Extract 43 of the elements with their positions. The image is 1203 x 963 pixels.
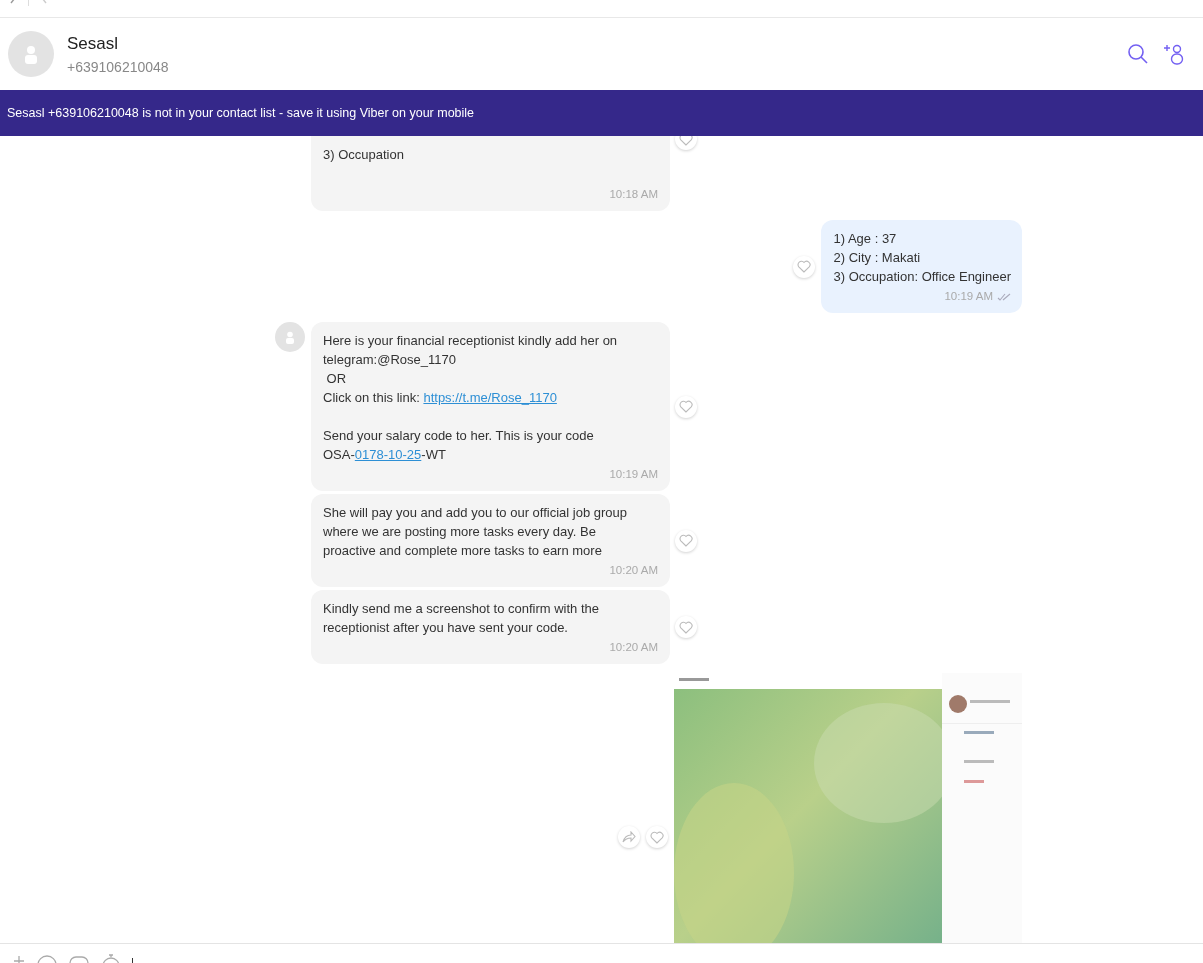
- message-link[interactable]: https://t.me/Rose_1170: [423, 390, 557, 405]
- message-text: telegram:@Rose_1170: [323, 352, 456, 367]
- message-text: Click on this link:: [323, 390, 421, 405]
- message-time: 10:19 AM: [944, 289, 993, 304]
- contact-phone: +639106210048: [67, 58, 170, 75]
- heart-icon: [679, 136, 693, 146]
- message-text: 3) Occupation: Office Engineer: [833, 269, 1011, 284]
- message-text: OR: [325, 371, 347, 386]
- like-button[interactable]: [646, 826, 668, 848]
- read-ticks-icon: [997, 292, 1011, 301]
- message-time: 10:20 AM: [609, 563, 658, 578]
- message-text: 1) Age : 37: [833, 231, 897, 246]
- message-text: -WT: [421, 447, 446, 462]
- like-button[interactable]: [675, 529, 697, 552]
- message-text: proactive and complete more tasks to earn more: [323, 543, 602, 558]
- message-text: receptionist after you have sent your code.: [323, 620, 568, 635]
- message-time: 10:18 AM: [609, 187, 658, 202]
- message-link[interactable]: 0178-10-25: [354, 447, 422, 462]
- like-button[interactable]: [675, 616, 697, 638]
- contact-warning-banner: Sesasl +639106210048 is not in your contact list - save it using Viber on your mobile: [0, 90, 1203, 136]
- message-text: She will pay you and add you to our official job group: [323, 505, 627, 520]
- avatar-icon: [8, 31, 54, 77]
- message-text: Send your salary code to her. This is your code: [323, 428, 594, 443]
- message-text: OSA-: [323, 447, 355, 462]
- like-button[interactable]: [793, 255, 816, 278]
- heart-icon: [679, 400, 693, 413]
- forward-button[interactable]: [618, 826, 640, 848]
- search-icon[interactable]: [1127, 43, 1149, 65]
- share-arrow-icon: [622, 831, 636, 843]
- message-text: 3) Occupation: [323, 147, 404, 162]
- sender-avatar-icon[interactable]: [275, 322, 305, 352]
- heart-icon: [679, 620, 693, 634]
- message-time: 10:20 AM: [609, 640, 658, 655]
- like-button[interactable]: [675, 395, 697, 418]
- contact-name: Sesasl: [67, 33, 120, 54]
- heart-icon: [797, 260, 812, 273]
- message-text: Here is your financial receptionist kindly add her on: [323, 333, 618, 348]
- message-text: 2) City : Makati: [833, 250, 921, 265]
- message-text: where we are posting more tasks every day. Be: [323, 524, 596, 539]
- heart-icon: [650, 830, 664, 844]
- message-text: Kindly send me a screenshot to confirm with the: [323, 601, 600, 616]
- message-time: 10:19 AM: [609, 467, 658, 482]
- heart-icon: [679, 534, 693, 547]
